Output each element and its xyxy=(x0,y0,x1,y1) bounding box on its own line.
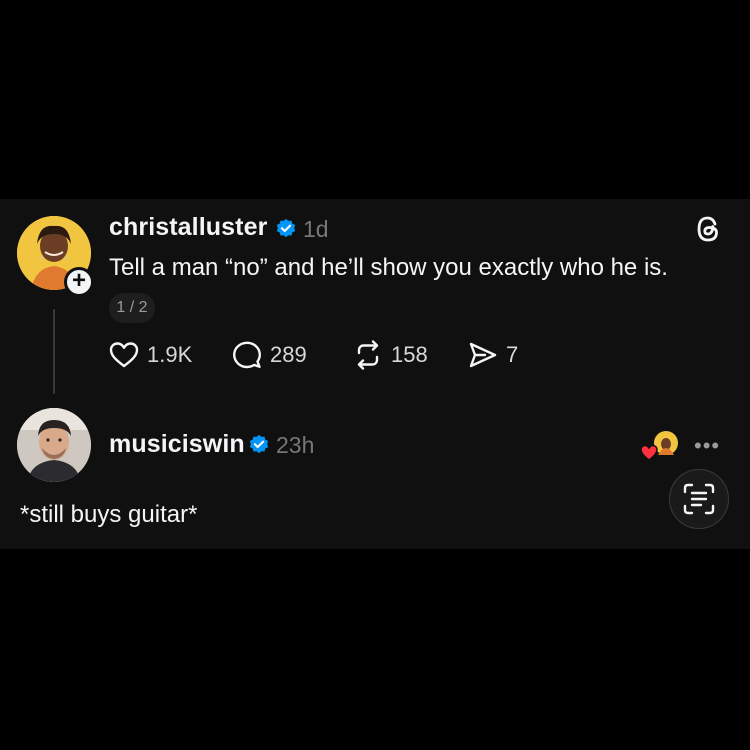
like-button[interactable]: 1.9K xyxy=(109,339,192,371)
post-username[interactable]: christalluster xyxy=(109,213,267,242)
avatar-musiciswin[interactable] xyxy=(17,408,91,482)
verified-badge-icon xyxy=(276,218,296,238)
more-options-button[interactable]: ••• xyxy=(694,433,720,459)
repost-icon xyxy=(357,340,379,370)
reply-timestamp: 23h xyxy=(276,432,315,458)
post-text: Tell a man “no” and he’ll show you exact… xyxy=(109,254,668,281)
text-scan-icon xyxy=(683,483,715,515)
thread-connector-line xyxy=(53,309,55,394)
text-scan-button[interactable] xyxy=(669,469,729,529)
share-button[interactable]: 7 xyxy=(468,339,518,371)
like-count: 1.9K xyxy=(147,342,193,367)
follow-plus-button[interactable]: + xyxy=(64,267,94,297)
threads-logo-icon[interactable] xyxy=(694,214,722,244)
share-count: 7 xyxy=(506,342,519,367)
reply-username[interactable]: musiciswin xyxy=(109,430,245,459)
liked-by-author-icon[interactable] xyxy=(640,430,682,464)
repost-button[interactable]: 158 xyxy=(353,339,428,371)
comment-bubble-icon xyxy=(233,341,261,369)
repost-count: 158 xyxy=(391,342,428,367)
reply-text: *still buys guitar* xyxy=(20,501,198,528)
send-icon xyxy=(469,342,497,368)
reply-count: 289 xyxy=(270,342,307,367)
reply-button[interactable]: 289 xyxy=(232,339,307,371)
post-timestamp: 1d xyxy=(303,216,329,242)
carousel-pager: 1 / 2 xyxy=(109,293,155,323)
verified-badge-icon xyxy=(249,434,269,454)
thread-card: + christalluster 1d Tell a man “no” and … xyxy=(0,199,750,549)
heart-icon xyxy=(109,342,139,368)
